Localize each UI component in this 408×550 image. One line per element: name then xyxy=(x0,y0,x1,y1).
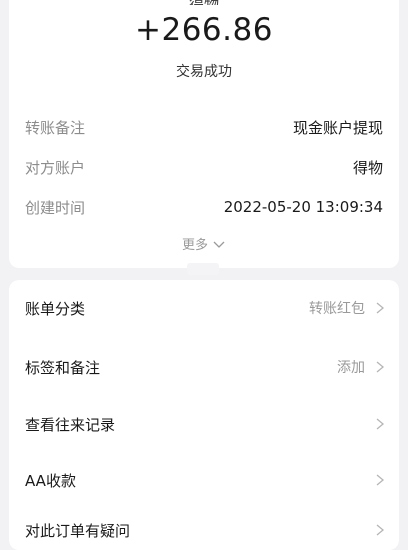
menu-item-history[interactable]: 查看往来记录 xyxy=(25,409,385,439)
menu-item-hint: 转账红包 xyxy=(309,301,365,317)
chevron-right-icon xyxy=(376,361,385,373)
menu-item-title: 查看往来记录 xyxy=(25,415,116,434)
chevron-down-icon xyxy=(213,241,225,248)
menu-item-title: 对此订单有疑问 xyxy=(25,521,131,540)
transaction-detail-card: 得物 +266.86 交易成功 转账备注 现金账户提现 对方账户 得物 创建时间… xyxy=(9,0,399,268)
detail-label: 转账备注 xyxy=(25,118,86,137)
transaction-amount: +266.86 xyxy=(135,12,273,48)
menu-item-order-question[interactable]: 对此订单有疑问 xyxy=(25,520,385,540)
chevron-right-icon xyxy=(376,474,385,486)
menu-item-title: AA收款 xyxy=(25,471,76,490)
transaction-status: 交易成功 xyxy=(176,64,232,80)
menu-item-hint: 添加 xyxy=(337,360,365,376)
detail-row-counterparty: 对方账户 得物 xyxy=(25,155,383,179)
detail-value: 2022-05-20 13:09:34 xyxy=(223,198,383,216)
detail-label: 创建时间 xyxy=(25,198,86,217)
menu-item-bill-category[interactable]: 账单分类 转账红包 xyxy=(25,293,385,323)
menu-item-aa-collect[interactable]: AA收款 xyxy=(25,465,385,495)
card-handle xyxy=(187,263,219,275)
actions-card: 账单分类 转账红包 标签和备注 添加 查看往来记录 AA收款 对此订单有疑问 xyxy=(9,280,399,550)
menu-item-title: 标签和备注 xyxy=(25,358,101,377)
menu-item-tags-notes[interactable]: 标签和备注 添加 xyxy=(25,352,385,382)
menu-item-title: 账单分类 xyxy=(25,299,86,318)
detail-label: 对方账户 xyxy=(25,158,86,177)
detail-row-remark: 转账备注 现金账户提现 xyxy=(25,115,383,139)
detail-value: 得物 xyxy=(352,158,383,177)
detail-row-created-time: 创建时间 2022-05-20 13:09:34 xyxy=(25,195,383,219)
chevron-right-icon xyxy=(376,524,385,536)
counterparty-name: 得物 xyxy=(9,0,399,5)
more-toggle[interactable]: 更多 xyxy=(9,234,399,253)
detail-value: 现金账户提现 xyxy=(292,118,383,137)
chevron-right-icon xyxy=(376,418,385,430)
more-label: 更多 xyxy=(181,238,208,253)
chevron-right-icon xyxy=(376,302,385,314)
